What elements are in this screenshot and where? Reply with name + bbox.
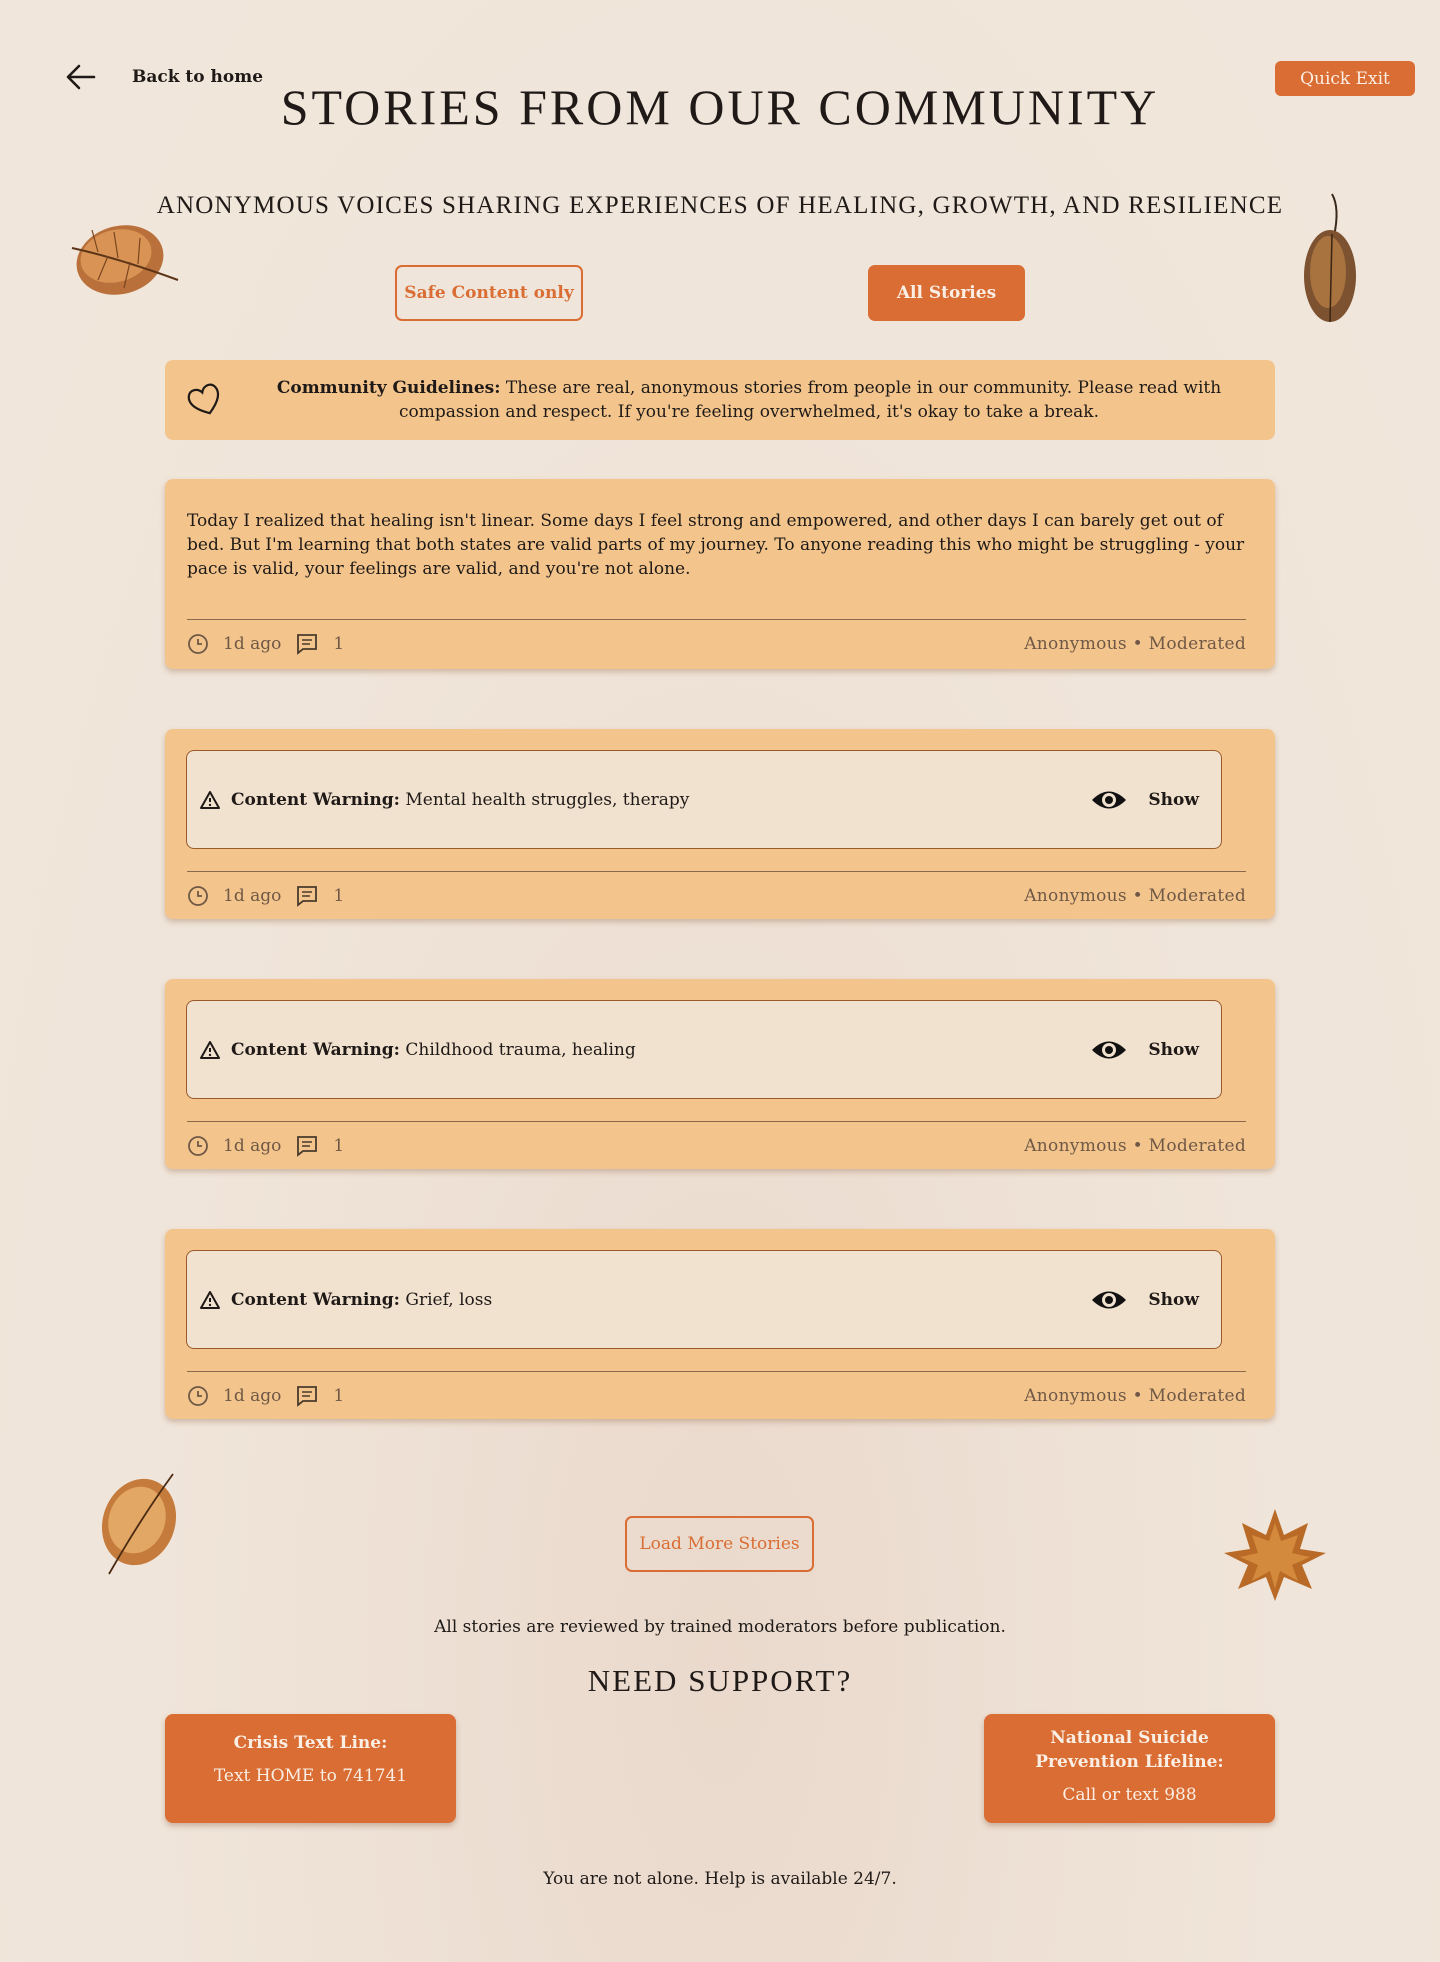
story-author: Anonymous • Moderated: [1024, 1135, 1246, 1156]
show-story-button[interactable]: Show: [1090, 787, 1199, 813]
guidelines-label: Community Guidelines:: [276, 378, 501, 398]
page-subtitle: ANONYMOUS VOICES SHARING EXPERIENCES OF …: [156, 192, 1284, 219]
story-time: 1d ago: [223, 633, 282, 654]
suicide-lifeline-desc: Call or text 988: [1062, 1785, 1197, 1805]
story-footer: 1d ago 1 Anonymous • Moderated: [187, 1371, 1246, 1419]
safe-content-filter-button[interactable]: Safe Content only: [395, 265, 583, 321]
content-warning-topics: Mental health struggles, therapy: [399, 789, 690, 810]
all-stories-filter-button[interactable]: All Stories: [868, 265, 1025, 321]
comment-count: 1: [333, 885, 345, 906]
warning-icon: [200, 1290, 220, 1309]
story-card: Content Warning: Childhood trauma, heali…: [165, 979, 1275, 1169]
eye-icon: [1092, 1041, 1127, 1058]
show-label: Show: [1148, 1289, 1199, 1310]
comment-count: 1: [333, 633, 345, 654]
content-warning-text: Content Warning: Childhood trauma, heali…: [231, 1040, 636, 1060]
show-label: Show: [1148, 1039, 1199, 1060]
content-warning-box: Content Warning: Childhood trauma, heali…: [186, 1000, 1222, 1099]
warning-icon: [200, 790, 220, 809]
content-warning-text: Content Warning: Grief, loss: [231, 1290, 492, 1310]
story-card: Content Warning: Mental health struggles…: [165, 729, 1275, 919]
eye-icon: [1092, 1291, 1127, 1308]
story-footer: 1d ago 1 Anonymous • Moderated: [187, 1121, 1246, 1169]
show-label: Show: [1148, 789, 1199, 810]
story-text: Today I realized that healing isn't line…: [187, 511, 1245, 579]
community-guidelines-banner: Community Guidelines: These are real, an…: [165, 360, 1275, 440]
suicide-lifeline-title: National Suicide Prevention Lifeline:: [1035, 1728, 1224, 1772]
clock-icon: [188, 1385, 208, 1406]
story-card: Content Warning: Grief, loss Show 1d ago…: [165, 1229, 1275, 1419]
page-title: STORIES FROM OUR COMMUNITY: [280, 79, 1160, 135]
story-card: Today I realized that healing isn't line…: [165, 479, 1275, 669]
story-footer: 1d ago 1 Anonymous • Moderated: [187, 619, 1246, 667]
heart-icon: [187, 383, 220, 415]
content-warning-text: Content Warning: Mental health struggles…: [231, 790, 689, 810]
story-time: 1d ago: [223, 885, 282, 906]
crisis-text-line-desc: Text HOME to 741741: [213, 1766, 408, 1786]
clock-icon: [188, 885, 208, 906]
content-warning-label: Content Warning:: [231, 789, 400, 810]
story-author: Anonymous • Moderated: [1024, 633, 1246, 654]
show-story-button[interactable]: Show: [1090, 1037, 1199, 1063]
comment-icon[interactable]: [295, 1384, 319, 1408]
comment-icon[interactable]: [295, 1134, 319, 1158]
content-warning-box: Content Warning: Grief, loss Show: [186, 1250, 1222, 1349]
maple-leaf-decoration: [1224, 1509, 1326, 1601]
support-heading: NEED SUPPORT?: [587, 1663, 853, 1698]
story-author: Anonymous • Moderated: [1024, 885, 1246, 906]
story-author: Anonymous • Moderated: [1024, 1385, 1246, 1406]
comment-icon[interactable]: [295, 632, 319, 656]
content-warning-label: Content Warning:: [231, 1289, 400, 1310]
autumn-leaf-decoration: [101, 1473, 177, 1575]
guidelines-body: These are real, anonymous stories from p…: [398, 378, 1222, 422]
content-warning-label: Content Warning:: [231, 1039, 400, 1060]
comment-icon[interactable]: [295, 884, 319, 908]
crisis-text-line-card[interactable]: Crisis Text Line: Text HOME to 741741: [165, 1714, 456, 1823]
story-footer: 1d ago 1 Anonymous • Moderated: [187, 871, 1246, 919]
comment-count: 1: [333, 1135, 345, 1156]
comment-count: 1: [333, 1385, 345, 1406]
suicide-lifeline-card[interactable]: National Suicide Prevention Lifeline: Ca…: [984, 1714, 1275, 1823]
footer-note: You are not alone. Help is available 24/…: [543, 1869, 897, 1889]
moderation-note: All stories are reviewed by trained mode…: [434, 1617, 1006, 1637]
clock-icon: [188, 633, 208, 654]
show-story-button[interactable]: Show: [1090, 1287, 1199, 1313]
crisis-text-line-title: Crisis Text Line:: [233, 1733, 388, 1753]
story-time: 1d ago: [223, 1135, 282, 1156]
clock-icon: [188, 1135, 208, 1156]
content-warning-topics: Childhood trauma, healing: [399, 1039, 636, 1060]
load-more-stories-button[interactable]: Load More Stories: [625, 1516, 814, 1572]
autumn-leaf-decoration: [71, 225, 179, 295]
content-warning-box: Content Warning: Mental health struggles…: [186, 750, 1222, 849]
guidelines-text: Community Guidelines: These are real, an…: [245, 376, 1253, 424]
warning-icon: [200, 1040, 220, 1059]
story-time: 1d ago: [223, 1385, 282, 1406]
eye-icon: [1092, 791, 1127, 808]
content-warning-topics: Grief, loss: [399, 1289, 493, 1310]
